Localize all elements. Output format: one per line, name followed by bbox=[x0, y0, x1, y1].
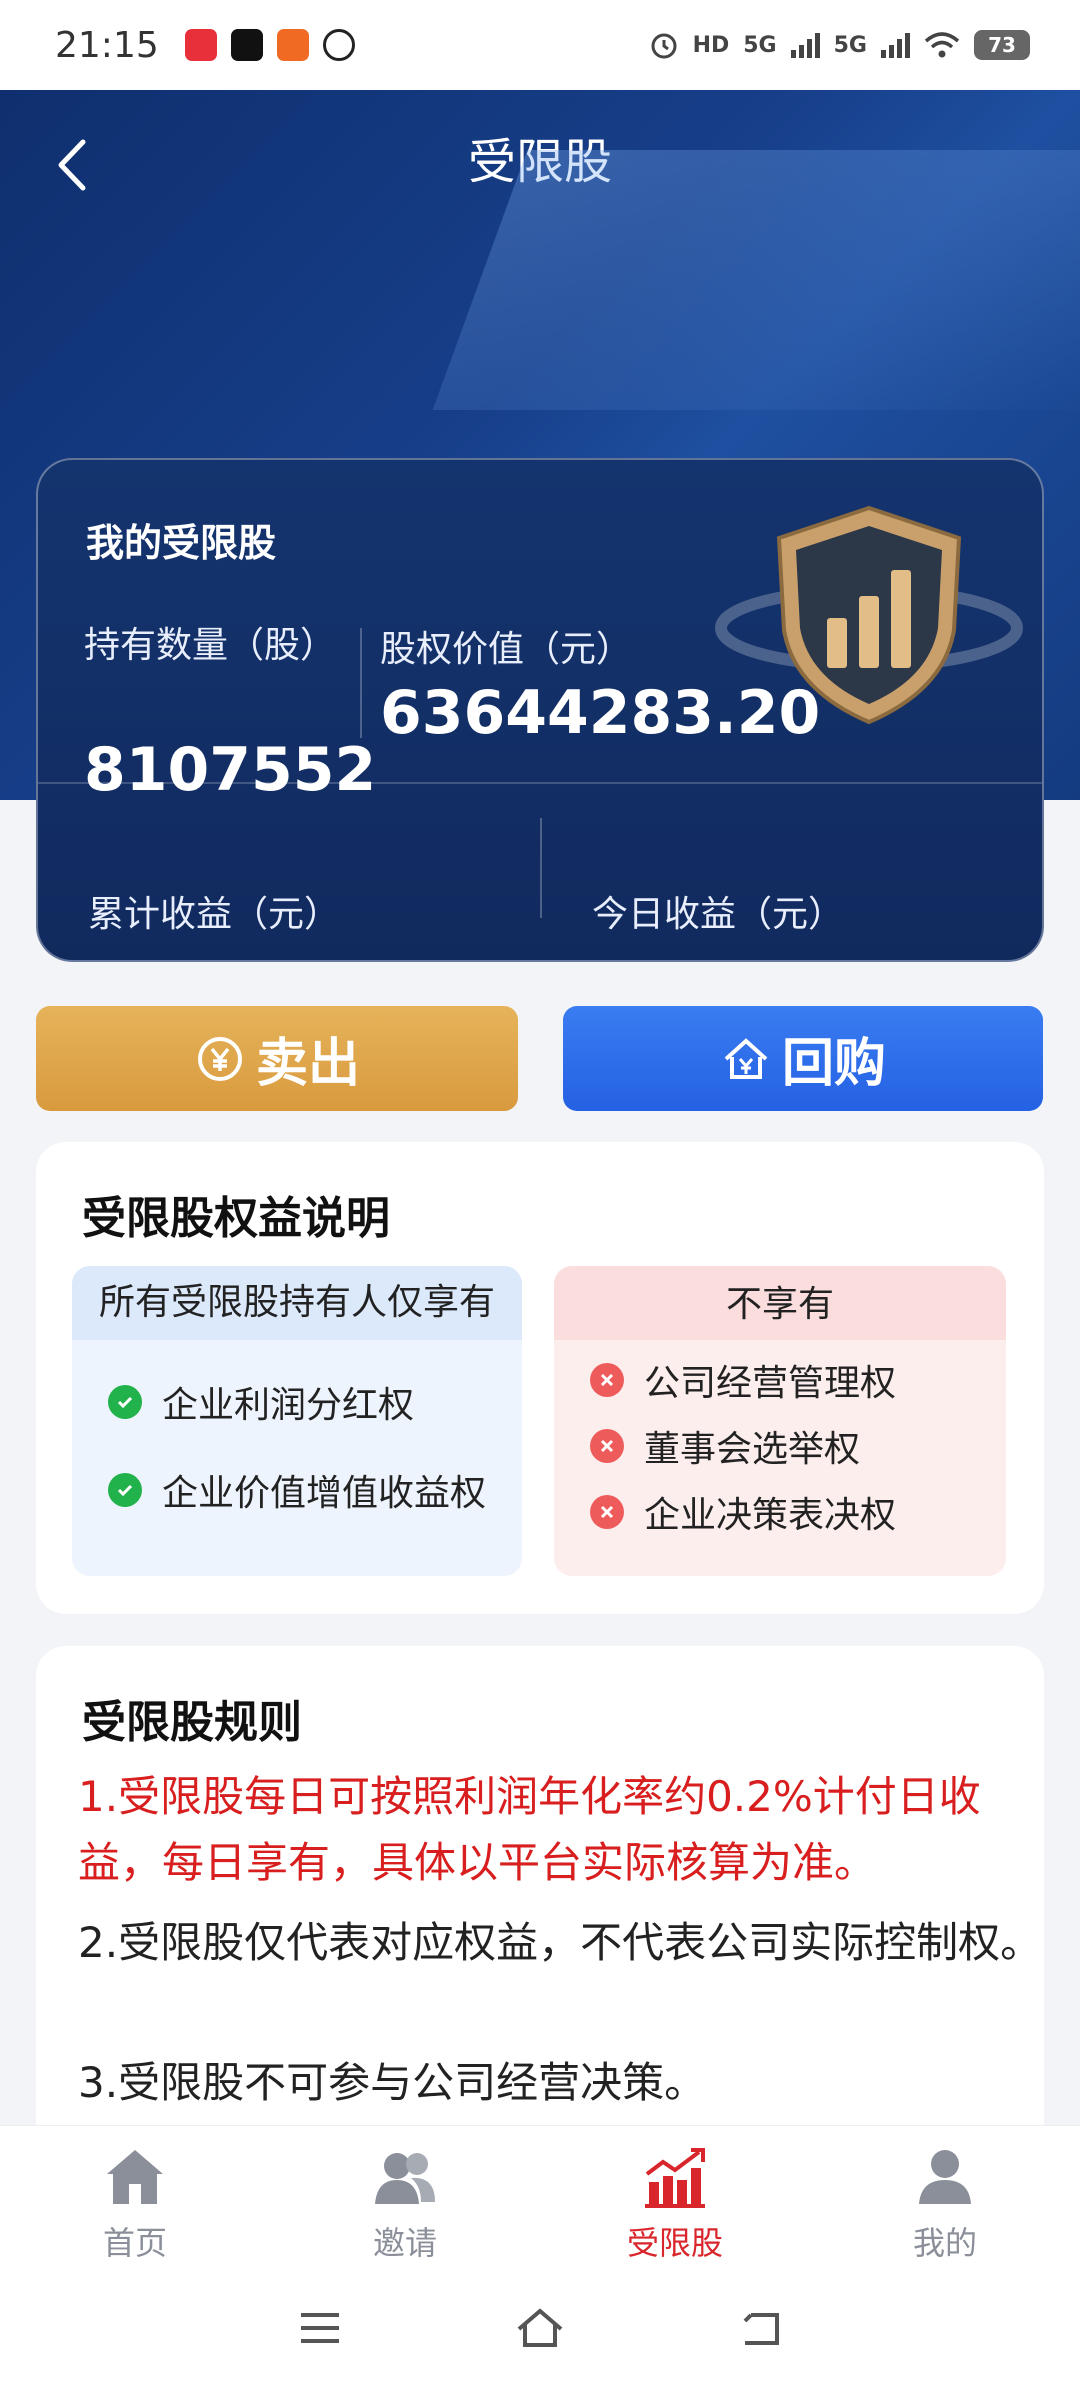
today-income-label: 今日收益（元） bbox=[592, 894, 845, 935]
card-title: 我的受限股 bbox=[86, 521, 277, 565]
check-icon bbox=[108, 1385, 142, 1419]
nav-item-home[interactable]: 首页 bbox=[0, 2126, 270, 2267]
nav-item-restricted-stock[interactable]: 受限股 bbox=[540, 2126, 810, 2267]
hd-icon: HD bbox=[692, 32, 730, 58]
divider bbox=[360, 628, 362, 738]
page-title: 受限股 bbox=[467, 134, 612, 190]
sell-label: 卖出 bbox=[255, 1034, 360, 1094]
status-bar: 21:15 HD 5G 5G 73 bbox=[0, 0, 1080, 90]
divider bbox=[38, 782, 1042, 784]
rule-item: 3.受限股不可参与公司经营决策。 bbox=[78, 2058, 707, 2107]
rights-title: 受限股权益说明 bbox=[82, 1193, 390, 1244]
menu-icon[interactable] bbox=[295, 2303, 345, 2353]
nav-label: 首页 bbox=[102, 2224, 167, 2262]
bottom-nav: 首页 邀请 受限股 我的 bbox=[0, 2125, 1080, 2267]
qq-notification-icon bbox=[322, 29, 355, 61]
sell-button[interactable]: 卖出 bbox=[36, 1006, 518, 1111]
rights-have-item: 企业利润分红权 bbox=[162, 1385, 415, 1426]
shield-chart-icon bbox=[715, 505, 1023, 725]
list-item: 公司经营管理权 bbox=[554, 1354, 1006, 1406]
restricted-stock-summary-card: 我的受限股 持有数量（股） 8107552 股权价值（元） 63644283.2… bbox=[36, 458, 1044, 962]
rights-not-have-item: 董事会选举权 bbox=[644, 1429, 861, 1470]
buyback-label: 回购 bbox=[781, 1034, 886, 1094]
divider bbox=[540, 818, 542, 918]
rule-item: 2.受限股仅代表对应权益，不代表公司实际控制权。 bbox=[78, 1918, 1043, 1967]
list-item: 企业利润分红权 bbox=[72, 1376, 522, 1428]
buyback-button[interactable]: 回购 bbox=[563, 1006, 1043, 1111]
users-icon bbox=[375, 2153, 435, 2204]
alarm-icon bbox=[651, 33, 677, 59]
list-item: 董事会选举权 bbox=[554, 1420, 1006, 1472]
network-type: 5G bbox=[743, 32, 777, 58]
system-navigation-bar bbox=[0, 2267, 1080, 2388]
home-icon[interactable] bbox=[515, 2303, 565, 2353]
profile-icon bbox=[919, 2150, 971, 2204]
nav-item-mine[interactable]: 我的 bbox=[810, 2126, 1080, 2267]
equity-value-label: 股权价值（元） bbox=[380, 629, 633, 670]
signal-icon bbox=[881, 32, 910, 58]
nav-label: 我的 bbox=[912, 2224, 977, 2262]
yen-cycle-icon bbox=[197, 1036, 242, 1081]
rules-card: 受限股规则 1.受限股每日可按照利润年化率约0.2%计付日收益，每日享有，具体以… bbox=[36, 1646, 1044, 2126]
rights-not-have-item: 公司经营管理权 bbox=[644, 1363, 897, 1404]
rights-not-have-box: 不享有 公司经营管理权 董事会选举权 企业决策表决权 bbox=[554, 1266, 1006, 1576]
close-icon bbox=[590, 1363, 624, 1397]
rule-item: 1.受限股每日可按照利润年化率约0.2%计付日收益，每日享有，具体以平台实际核算… bbox=[78, 1772, 981, 1887]
quantity-label: 持有数量（股） bbox=[84, 625, 337, 666]
rights-have-box: 所有受限股持有人仅享有 企业利润分红权 企业价值增值收益权 bbox=[72, 1266, 522, 1576]
network-type-2: 5G bbox=[833, 32, 867, 58]
rights-not-have-header: 不享有 bbox=[554, 1266, 1006, 1340]
battery-icon: 73 bbox=[974, 30, 1030, 60]
quantity-value: 8107552 bbox=[84, 735, 377, 805]
nav-item-invite[interactable]: 邀请 bbox=[270, 2126, 540, 2267]
close-icon bbox=[590, 1495, 624, 1529]
chart-up-icon bbox=[645, 2148, 705, 2208]
rights-card: 受限股权益说明 所有受限股持有人仅享有 企业利润分红权 企业价值增值收益权 不享… bbox=[36, 1142, 1044, 1614]
rights-have-item: 企业价值增值收益权 bbox=[162, 1473, 487, 1514]
signal-icon bbox=[790, 32, 820, 58]
app-notification-icon bbox=[276, 29, 309, 61]
status-app-icons bbox=[184, 29, 355, 61]
status-time: 21:15 bbox=[55, 24, 159, 66]
close-icon bbox=[590, 1429, 624, 1463]
list-item: 企业价值增值收益权 bbox=[72, 1464, 522, 1516]
house-yen-icon bbox=[724, 1037, 768, 1079]
check-icon bbox=[108, 1473, 142, 1507]
rules-title: 受限股规则 bbox=[82, 1697, 302, 1748]
app-notification-icon bbox=[184, 29, 217, 61]
nav-label: 邀请 bbox=[372, 2224, 437, 2262]
back-icon[interactable] bbox=[735, 2303, 785, 2353]
tiktok-notification-icon bbox=[230, 29, 263, 61]
status-indicators: HD 5G 5G 73 bbox=[649, 30, 1030, 60]
home-icon bbox=[107, 2150, 163, 2204]
nav-label: 受限股 bbox=[626, 2224, 723, 2262]
list-item: 企业决策表决权 bbox=[554, 1486, 1006, 1538]
rights-not-have-item: 企业决策表决权 bbox=[644, 1495, 897, 1536]
rights-have-header: 所有受限股持有人仅享有 bbox=[72, 1266, 522, 1340]
wifi-icon bbox=[924, 32, 960, 58]
cumulative-income-label: 累计收益（元） bbox=[88, 894, 341, 935]
